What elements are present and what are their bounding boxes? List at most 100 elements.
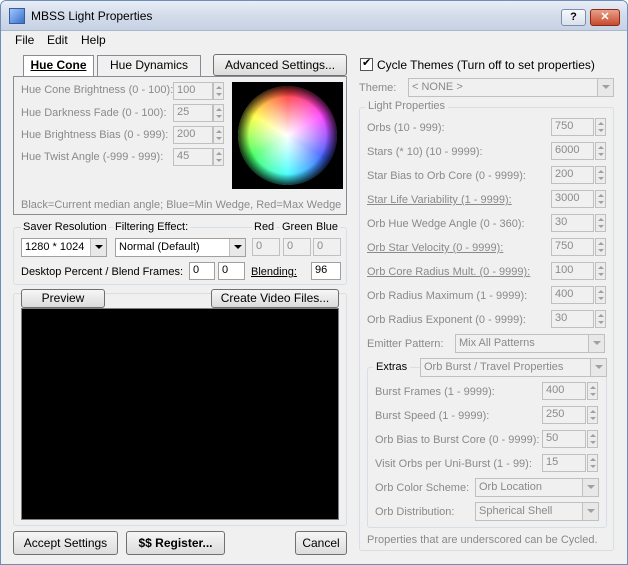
chevron-down-icon[interactable] [229,239,245,256]
visit-orbs-spinner[interactable] [587,454,598,472]
hue-twist-angle-spinner[interactable] [213,148,224,166]
orb-hue-wedge-field[interactable]: 30 [551,214,594,232]
orb-core-radius-spinner[interactable] [595,262,606,280]
star-bias-spinner[interactable] [595,166,606,184]
red-label: Red [252,221,277,233]
tab-hue-dynamics[interactable]: Hue Dynamics [97,55,201,76]
orb-core-radius-field[interactable]: 100 [551,262,594,280]
orb-color-scheme-select[interactable]: Orb Location [475,478,599,497]
orb-star-velocity-field[interactable]: 750 [551,238,594,256]
chevron-down-icon[interactable] [597,79,613,96]
star-life-variability-spinner[interactable] [595,190,606,208]
blending-label: Blending: [251,266,297,278]
burst-frames-spinner[interactable] [587,382,598,400]
orb-bias-burst-label: Orb Bias to Burst Core (0 - 9999): [375,434,540,446]
orb-radius-max-field[interactable]: 400 [551,286,594,304]
star-bias-field[interactable]: 200 [551,166,594,184]
burst-speed-field[interactable]: 250 [542,406,586,424]
hue-cone-color-wheel[interactable] [232,82,343,189]
preview-button[interactable]: Preview [21,289,105,308]
hue-darkness-fade-field[interactable]: 25 [173,104,213,122]
menu-help[interactable]: Help [81,33,106,47]
stars-spinner[interactable] [595,142,606,160]
theme-value: < NONE > [412,81,463,93]
burst-frames-field[interactable]: 400 [542,382,586,400]
orbs-spinner[interactable] [595,118,606,136]
orb-distribution-label: Orb Distribution: [375,506,455,518]
title-bar[interactable]: MBSS Light Properties ? ✕ [1,1,627,31]
hue-cone-brightness-field[interactable]: 100 [173,82,213,100]
tab-hue-cone[interactable]: Hue Cone [23,55,94,77]
stars-field[interactable]: 6000 [551,142,594,160]
orb-hue-wedge-label: Orb Hue Wedge Angle (0 - 360): [367,218,525,230]
hue-twist-angle-field[interactable]: 45 [173,148,213,166]
orb-bias-burst-field[interactable]: 50 [542,430,586,448]
blending-field[interactable]: 96 [311,262,341,280]
advanced-settings-button[interactable]: Advanced Settings... [213,54,347,76]
cycle-themes-label: Cycle Themes (Turn off to set properties… [377,58,595,72]
orb-core-radius-label: Orb Core Radius Mult. (0 - 9999): [367,266,531,278]
orb-radius-exponent-field[interactable]: 30 [551,310,594,328]
saver-resolution-label: Saver Resolution [21,221,109,233]
chevron-down-icon[interactable] [588,335,604,352]
red-field[interactable]: 0 [252,238,280,256]
orb-radius-max-label: Orb Radius Maximum (1 - 9999): [367,290,528,302]
star-life-variability-field[interactable]: 3000 [551,190,594,208]
filtering-effect-value: Normal (Default) [119,241,200,253]
orb-radius-exponent-spinner[interactable] [595,310,606,328]
orb-hue-wedge-spinner[interactable] [595,214,606,232]
orbs-field[interactable]: 750 [551,118,594,136]
menu-edit[interactable]: Edit [47,33,68,47]
orb-distribution-select[interactable]: Spherical Shell [475,502,599,521]
burst-speed-spinner[interactable] [587,406,598,424]
desktop-percent-field[interactable]: 0 [189,262,215,280]
emitter-pattern-select[interactable]: Mix All Patterns [455,334,605,353]
extras-label: Extras [373,361,411,373]
saver-resolution-value: 1280 * 1024 [25,241,85,253]
chevron-down-icon[interactable] [90,239,106,256]
hue-brightness-bias-label: Hue Brightness Bias (0 - 999): [21,129,169,141]
desktop-percent-label: Desktop Percent / Blend Frames: [21,266,184,278]
green-field[interactable]: 0 [283,238,311,256]
emitter-pattern-label: Emitter Pattern: [367,338,444,350]
cancel-button[interactable]: Cancel [295,531,347,555]
hue-cone-brightness-spinner[interactable] [213,82,224,100]
help-button[interactable]: ? [561,9,586,26]
menu-bar: File Edit Help [1,31,627,49]
theme-select[interactable]: < NONE > [408,78,614,97]
close-button[interactable]: ✕ [590,9,620,26]
star-life-variability-label: Star Life Variability (1 - 9999): [367,194,512,206]
register-button[interactable]: $$ Register... [126,531,225,555]
saver-resolution-select[interactable]: 1280 * 1024 [21,238,107,257]
create-video-button[interactable]: Create Video Files... [211,289,339,308]
color-wheel-shading [238,86,337,185]
green-label: Green [280,221,315,233]
visit-orbs-field[interactable]: 15 [542,454,586,472]
filtering-effect-select[interactable]: Normal (Default) [115,238,246,257]
hue-brightness-bias-spinner[interactable] [213,126,224,144]
hue-darkness-fade-spinner[interactable] [213,104,224,122]
properties-window: MBSS Light Properties ? ✕ File Edit Help… [0,0,628,565]
orb-radius-max-spinner[interactable] [595,286,606,304]
accept-settings-button[interactable]: Accept Settings [13,531,118,555]
burst-speed-label: Burst Speed (1 - 9999): [375,410,490,422]
extras-select[interactable]: Orb Burst / Travel Properties [420,358,607,377]
hue-brightness-bias-field[interactable]: 200 [173,126,213,144]
hue-cone-brightness-label: Hue Cone Brightness (0 - 100): [21,84,174,96]
orb-bias-burst-spinner[interactable] [587,430,598,448]
preview-canvas [21,308,339,520]
chevron-down-icon[interactable] [590,359,606,376]
visit-orbs-label: Visit Orbs per Uni-Burst (1 - 99): [375,458,532,470]
cycle-themes-checkbox[interactable] [360,56,373,71]
orb-star-velocity-spinner[interactable] [595,238,606,256]
chevron-down-icon[interactable] [582,479,598,496]
orb-star-velocity-label: Orb Star Velocity (0 - 9999): [367,242,504,254]
blue-field[interactable]: 0 [313,238,341,256]
orbs-label: Orbs (10 - 999): [367,122,445,134]
chevron-down-icon[interactable] [582,503,598,520]
menu-file[interactable]: File [15,33,34,47]
orb-distribution-value: Spherical Shell [479,505,553,517]
orb-radius-exponent-label: Orb Radius Exponent (0 - 9999): [367,314,526,326]
filtering-effect-label: Filtering Effect: [113,221,191,233]
blend-frames-field[interactable]: 0 [218,262,245,280]
